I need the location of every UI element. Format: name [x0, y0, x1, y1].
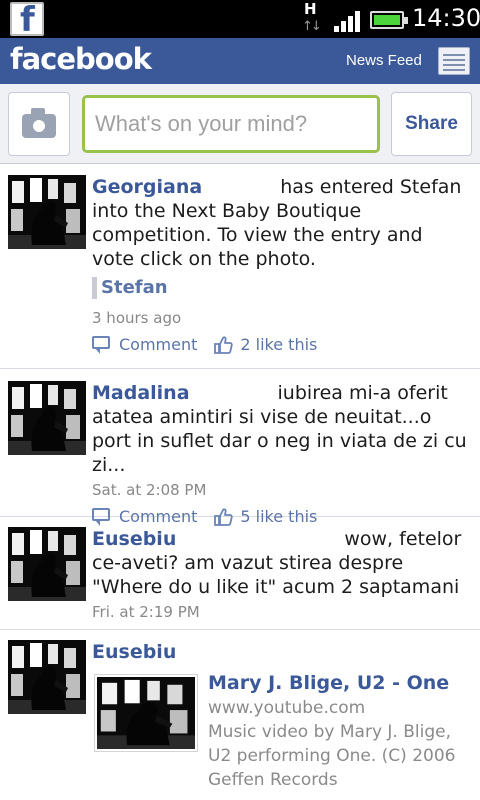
likes-link[interactable]: 2 like this [213, 335, 317, 354]
story-time: 3 hours ago [92, 309, 182, 327]
share-button[interactable]: Share [391, 92, 472, 156]
status-input[interactable] [82, 95, 380, 153]
story-text: Eusebiu wow, fetelor ce-aveti? am vazut s… [92, 527, 468, 599]
camera-button[interactable] [8, 92, 70, 156]
like-icon [213, 336, 233, 354]
signal-bars-icon [334, 10, 364, 32]
network-h-icon: H ↑↓ [302, 0, 322, 34]
comment-label: Comment [119, 335, 198, 354]
story-author[interactable]: Madalina [92, 382, 190, 404]
news-feed: Georgiana has entered Stefan into the Nex… [0, 165, 480, 800]
comment-button[interactable]: Comment [92, 335, 197, 354]
link-domain: www.youtube.com [208, 698, 366, 718]
status-time: 14:30 [412, 4, 480, 32]
avatar[interactable] [8, 381, 86, 455]
feed-story: Eusebiu wow, fetelor ce-aveti? am vazut s… [0, 517, 480, 630]
newspaper-icon[interactable] [438, 47, 470, 75]
story-author[interactable]: Georgiana [92, 176, 202, 198]
feed-story: Madalina iubirea mi-a oferit atatea amint… [0, 369, 480, 526]
battery-icon [370, 11, 408, 29]
status-bar: f H ↑↓ 14:30 [0, 0, 480, 40]
tagged-name[interactable]: Stefan [92, 277, 468, 299]
story-author[interactable]: Eusebiu [92, 641, 176, 663]
story-text: Georgiana has entered Stefan into the Nex… [92, 175, 468, 271]
avatar[interactable] [8, 527, 86, 601]
network-type-label: H [304, 0, 317, 18]
facebook-logo[interactable]: facebook [10, 42, 152, 76]
facebook-f-icon[interactable]: f [10, 0, 44, 40]
feed-story: Eusebiu Mary J. Blige, U2 - One www.yout… [0, 630, 480, 800]
story-time: Fri. at 2:19 PM [92, 603, 200, 621]
avatar[interactable] [8, 640, 86, 714]
link-title[interactable]: Mary J. Blige, U2 - One [208, 670, 468, 696]
news-feed-label[interactable]: News Feed [346, 52, 422, 69]
story-author[interactable]: Eusebiu [92, 528, 176, 550]
link-description: Music video by Mary J. Blige, U2 perform… [208, 722, 456, 790]
link-thumbnail[interactable] [94, 674, 198, 752]
story-time: Sat. at 2:08 PM [92, 481, 207, 499]
story-actions: Comment 2 like this [92, 335, 468, 354]
story-text: Madalina iubirea mi-a oferit atatea amint… [92, 381, 468, 477]
video-thumbnail-image [97, 677, 195, 749]
app-header: facebook News Feed [0, 38, 480, 84]
likes-label: 2 like this [240, 335, 318, 354]
avatar[interactable] [8, 175, 86, 249]
status-composer: Share [0, 84, 480, 164]
comment-icon [92, 335, 112, 354]
feed-story: Georgiana has entered Stefan into the Nex… [0, 165, 480, 369]
story-text: Eusebiu [92, 640, 468, 664]
